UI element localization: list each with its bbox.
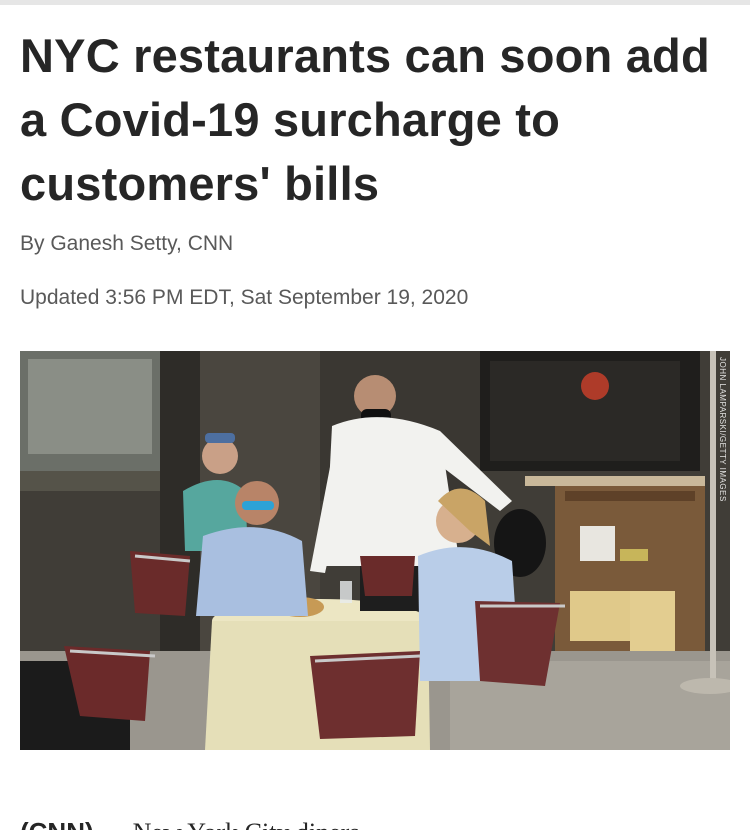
- top-divider: [0, 0, 750, 5]
- article-byline[interactable]: By Ganesh Setty, CNN: [20, 232, 233, 256]
- outdoor-dining-photo-illustration: [20, 351, 730, 750]
- article-timestamp: Updated 3:56 PM EDT, Sat September 19, 2…: [20, 286, 469, 309]
- article-body-start: (CNN) — New York City diners: [20, 814, 730, 830]
- article-dateline: (CNN): [20, 817, 94, 830]
- article-headline: NYC restaurants can soon add a Covid-19 …: [20, 29, 710, 210]
- photo-credit: JOHN LAMPARSKI/GETTY IMAGES: [718, 357, 727, 502]
- article-photo[interactable]: JOHN LAMPARSKI/GETTY IMAGES: [20, 351, 730, 750]
- article-body-text: New York City diners: [133, 818, 360, 830]
